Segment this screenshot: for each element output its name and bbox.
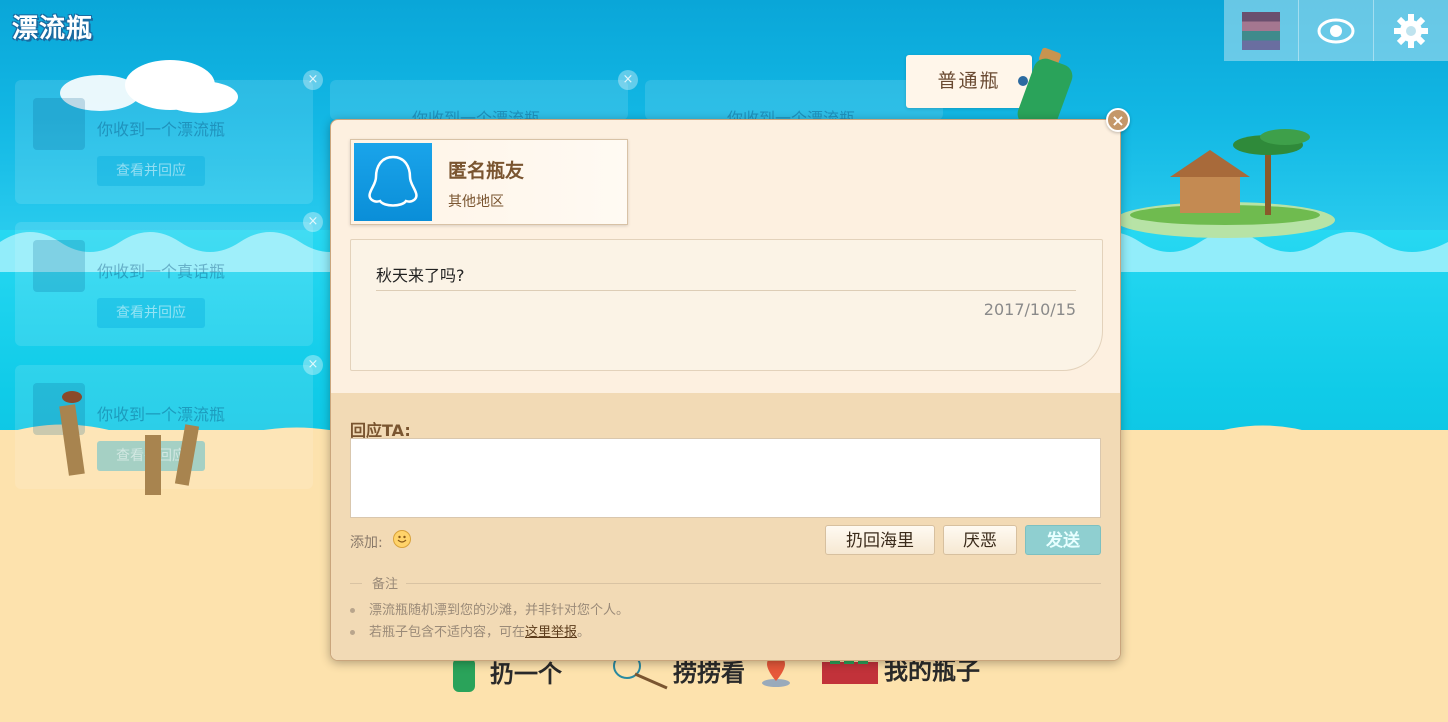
message-date: 2017/10/15 — [983, 300, 1076, 319]
close-icon[interactable]: × — [618, 70, 638, 90]
top-right-toolbar — [1224, 0, 1448, 61]
message-text: 秋天来了吗? — [376, 266, 465, 285]
view-button[interactable] — [1298, 0, 1373, 61]
divider — [350, 583, 362, 584]
bottle-card[interactable]: 你收到一个漂流瓶 — [645, 80, 943, 128]
bullet-icon — [350, 608, 355, 613]
bottle-icon — [1017, 47, 1073, 125]
sender-card: 匿名瓶友 其他地区 — [350, 139, 628, 225]
close-icon[interactable]: × — [303, 212, 323, 232]
sender-region: 其他地区 — [448, 194, 504, 210]
view-reply-button[interactable]: 查看并回应 — [97, 156, 205, 186]
report-link[interactable]: 这里举报 — [525, 625, 577, 640]
note-item: 若瓶子包含不适内容，可在这里举报。 — [350, 621, 590, 640]
card-thumbnail — [33, 240, 85, 292]
card-text: 你收到一个真话瓶 — [97, 262, 226, 281]
add-label: 添加: — [350, 535, 383, 551]
card-text: 你收到一个漂流瓶 — [97, 120, 226, 139]
settings-button[interactable] — [1373, 0, 1448, 61]
note-text: 。 — [577, 625, 591, 640]
bottle-card[interactable]: 你收到一个漂流瓶 × — [330, 70, 638, 128]
eye-icon — [1317, 18, 1355, 43]
close-icon[interactable]: × — [303, 355, 323, 375]
avatar — [354, 143, 432, 221]
bottle-card[interactable]: 你收到一个漂流瓶 查看并回应 × — [15, 70, 323, 204]
close-icon[interactable]: × — [303, 70, 323, 90]
island-icon — [1115, 129, 1335, 238]
message-letter: 秋天来了吗? 2017/10/15 — [350, 239, 1103, 371]
view-reply-button[interactable]: 查看并回应 — [97, 298, 205, 328]
divider — [406, 583, 1101, 584]
emoji-icon[interactable] — [393, 530, 411, 548]
note-text: 漂流瓶随机漂到您的沙滩，并非针对您个人。 — [369, 603, 630, 618]
sender-name: 匿名瓶友 — [448, 160, 525, 182]
card-thumbnail — [33, 98, 85, 150]
dislike-button[interactable]: 厌恶 — [943, 525, 1017, 555]
default-user-icon — [368, 155, 418, 207]
smile-face — [397, 535, 407, 543]
notes-header: 备注 — [350, 573, 1101, 593]
throw-back-button[interactable]: 扔回海里 — [825, 525, 935, 555]
note-item: 漂流瓶随机漂到您的沙滩，并非针对您个人。 — [350, 599, 629, 618]
note-text: 若瓶子包含不适内容，可在 — [369, 625, 526, 640]
bottle-card[interactable]: 你收到一个真话瓶 查看并回应 × — [15, 212, 323, 346]
wooden-posts-icon — [59, 391, 200, 495]
gear-icon — [1394, 13, 1428, 48]
reply-input[interactable] — [350, 438, 1101, 518]
app-logo[interactable]: 漂流瓶 — [12, 8, 93, 45]
bottle-modal: 匿名瓶友 其他地区 秋天来了吗? 2017/10/15 回应TA: 添加: 扔回… — [330, 119, 1121, 661]
close-icon[interactable]: × — [1106, 108, 1130, 132]
bullet-icon — [350, 630, 355, 635]
send-button[interactable]: 发送 — [1025, 525, 1101, 555]
divider — [376, 290, 1076, 291]
notes-title: 备注 — [366, 573, 405, 592]
user-avatar-icon — [1242, 11, 1280, 50]
user-avatar-button[interactable] — [1224, 0, 1298, 61]
